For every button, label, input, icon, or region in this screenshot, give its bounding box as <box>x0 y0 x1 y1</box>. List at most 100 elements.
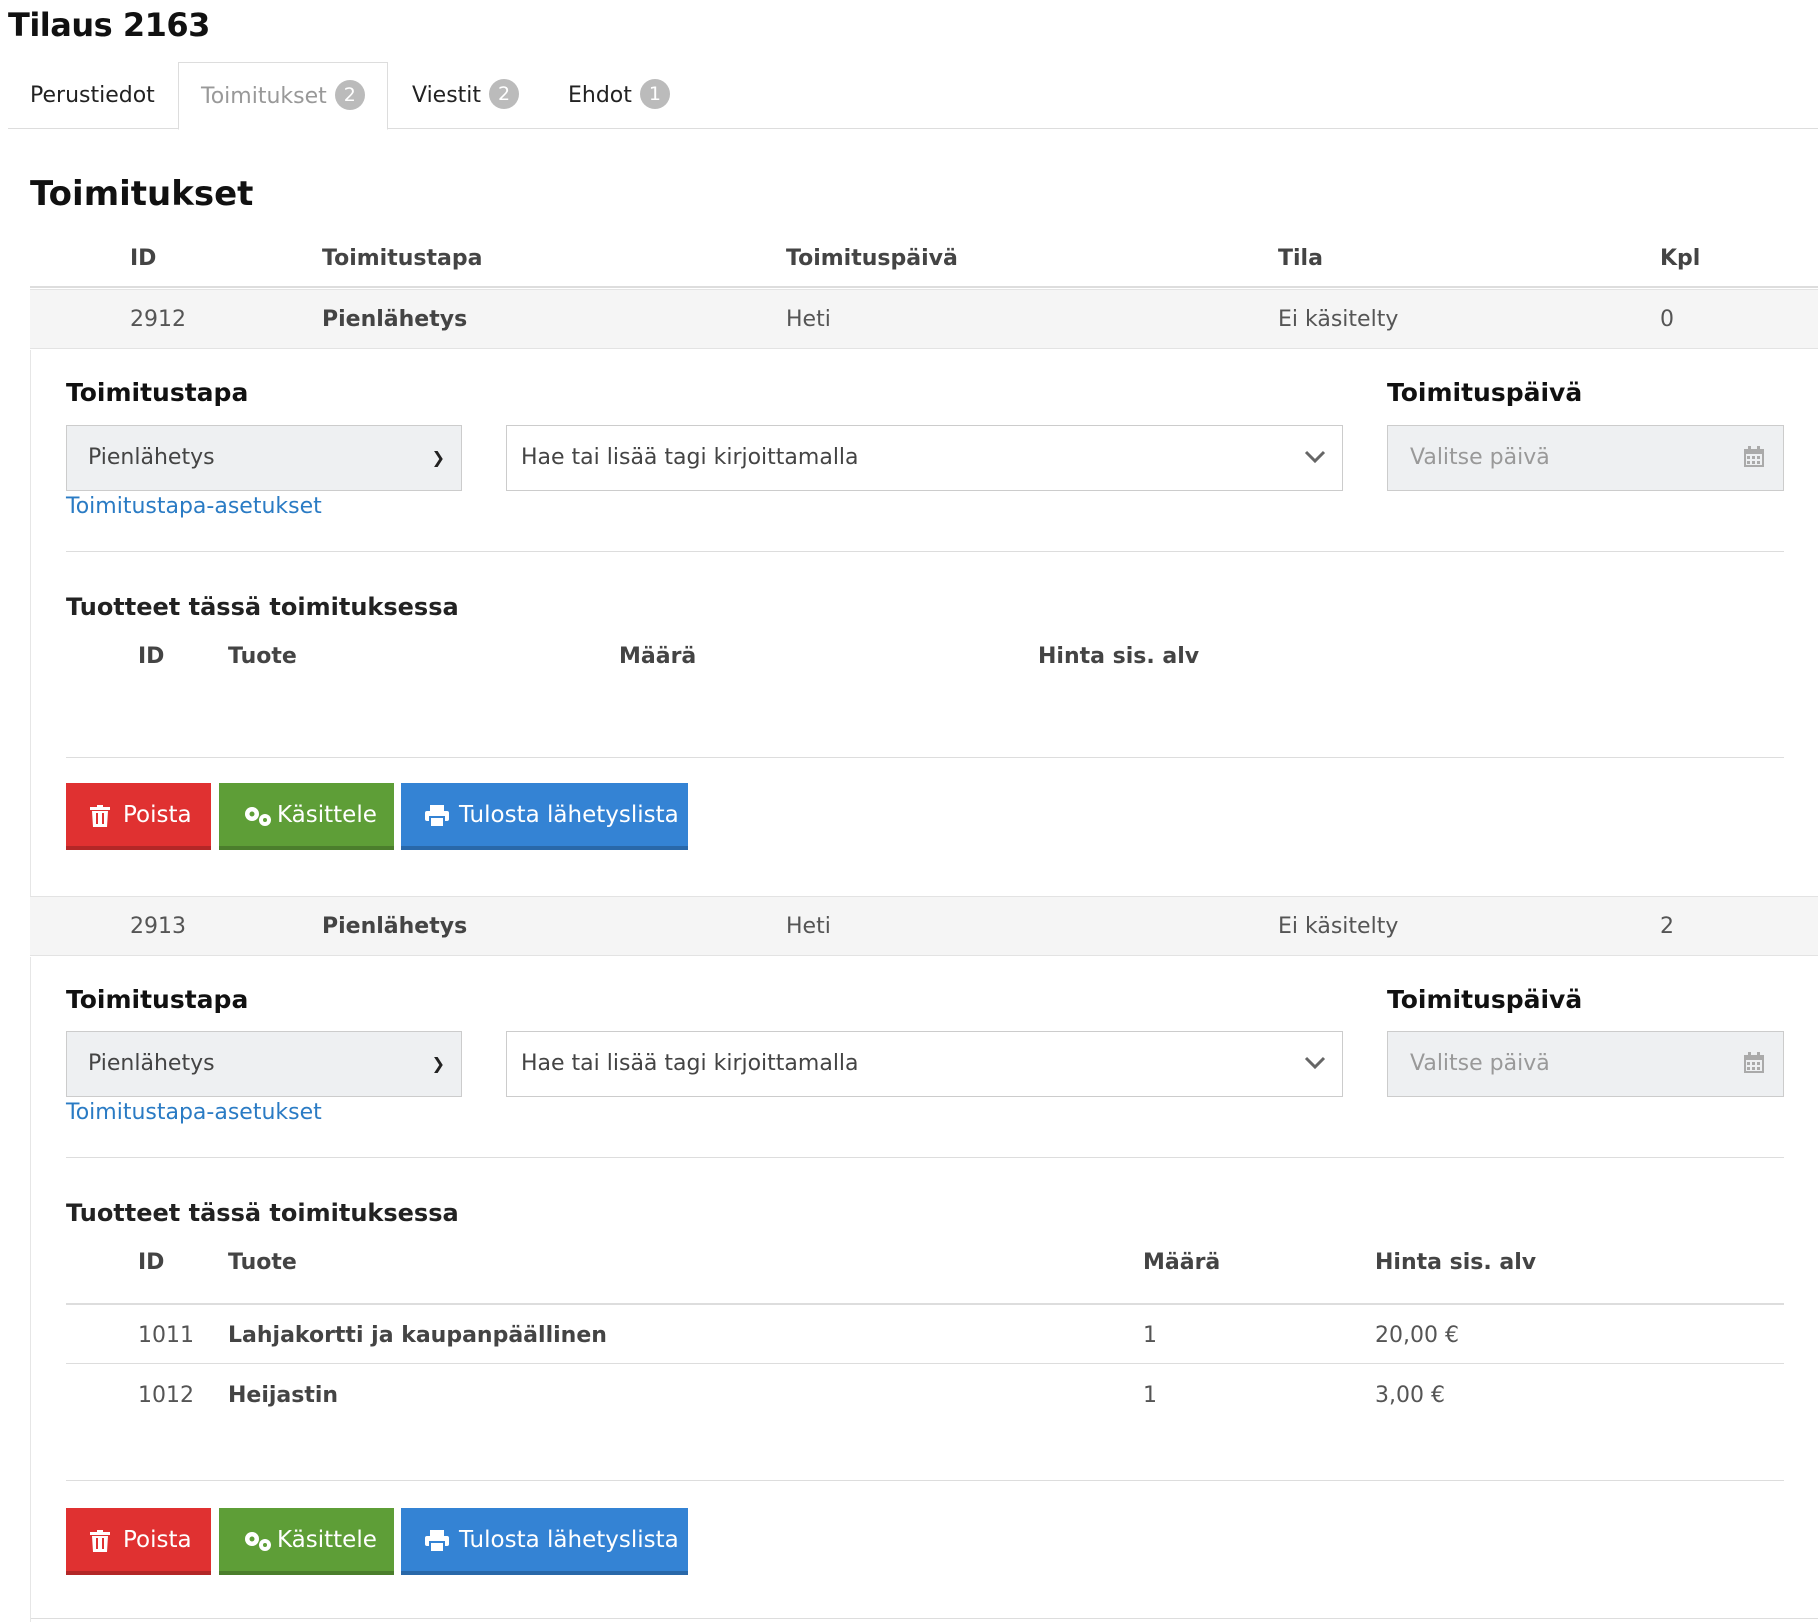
header-qty: Kpl <box>1660 246 1701 271</box>
delivery-date: Heti <box>786 914 831 939</box>
delivery-row[interactable]: 2912 Pienlähetys Heti Ei käsitelty 0 <box>30 289 1818 349</box>
print-icon <box>425 805 449 827</box>
tag-input[interactable]: Hae tai lisää tagi kirjoittamalla <box>506 1031 1343 1097</box>
method-select[interactable]: Pienlähetys ❯ <box>66 1031 462 1097</box>
print-button-label: Tulosta lähetyslista <box>459 1527 679 1553</box>
delivery-qty: 2 <box>1660 914 1674 939</box>
date-input[interactable]: Valitse päivä <box>1387 1031 1784 1097</box>
chevron-down-icon: ❯ <box>431 448 445 467</box>
divider <box>31 1618 1818 1619</box>
tag-input-placeholder: Hae tai lisää tagi kirjoittamalla <box>521 1051 859 1076</box>
tag-input-placeholder: Hae tai lisää tagi kirjoittamalla <box>521 445 859 470</box>
product-header-id: ID <box>138 1250 165 1275</box>
tab-bar: Perustiedot Toimitukset 2 Viestit 2 Ehdot 1 <box>8 62 1818 130</box>
method-select-value: Pienlähetys <box>88 1051 215 1076</box>
method-label: Toimitustapa <box>66 985 249 1014</box>
process-button[interactable]: Käsittele <box>219 1508 394 1575</box>
tab-ehdot[interactable]: Ehdot 1 <box>546 62 692 129</box>
date-input-placeholder: Valitse päivä <box>1410 1051 1550 1076</box>
calendar-icon <box>1744 446 1764 467</box>
tab-label: Ehdot <box>568 83 632 108</box>
method-label: Toimitustapa <box>66 378 249 407</box>
delivery-qty: 0 <box>1660 307 1674 332</box>
delivery-details: Toimitustapa Pienlähetys ❯ Hae tai lisää … <box>30 957 1818 1622</box>
count-badge: 2 <box>489 79 520 109</box>
divider <box>66 551 1784 552</box>
chevron-down-icon: ❯ <box>431 1054 445 1073</box>
products-title: Tuotteet tässä toimituksessa <box>66 1199 459 1227</box>
method-select-value: Pienlähetys <box>88 445 215 470</box>
product-header-price: Hinta sis. alv <box>1038 644 1200 669</box>
product-header-product: Tuote <box>228 1250 297 1275</box>
page-title: Tilaus 2163 <box>8 6 210 44</box>
delivery-row[interactable]: 2913 Pienlähetys Heti Ei käsitelty 2 <box>30 896 1818 956</box>
product-qty: 1 <box>1143 1323 1157 1348</box>
delete-button[interactable]: Poista <box>66 783 211 850</box>
delete-button[interactable]: Poista <box>66 1508 211 1575</box>
products-title: Tuotteet tässä toimituksessa <box>66 593 459 621</box>
method-select[interactable]: Pienlähetys ❯ <box>66 425 462 491</box>
product-name: Heijastin <box>228 1383 339 1408</box>
product-id: 1011 <box>138 1323 194 1348</box>
tab-toimitukset[interactable]: Toimitukset 2 <box>178 62 388 130</box>
header-date: Toimituspäivä <box>786 246 958 271</box>
tab-label: Perustiedot <box>30 83 155 108</box>
delivery-method: Pienlähetys <box>322 307 468 332</box>
trash-icon <box>90 1530 110 1552</box>
divider <box>66 1303 1784 1305</box>
gears-icon <box>245 1532 271 1551</box>
delivery-id: 2913 <box>130 914 186 939</box>
trash-icon <box>90 805 110 827</box>
header-method: Toimitustapa <box>322 246 483 271</box>
print-button[interactable]: Tulosta lähetyslista <box>401 1508 688 1575</box>
delivery-status: Ei käsitelty <box>1278 914 1399 939</box>
divider <box>66 1363 1784 1364</box>
count-badge: 1 <box>639 79 670 109</box>
product-header-qty: Määrä <box>1143 1250 1221 1275</box>
chevron-down-icon <box>1304 1056 1326 1070</box>
product-id: 1012 <box>138 1383 194 1408</box>
process-button[interactable]: Käsittele <box>219 783 394 850</box>
product-price: 3,00 € <box>1375 1383 1445 1408</box>
process-button-label: Käsittele <box>277 802 377 828</box>
print-button[interactable]: Tulosta lähetyslista <box>401 783 688 850</box>
delete-button-label: Poista <box>123 802 192 828</box>
delivery-date: Heti <box>786 307 831 332</box>
tab-viestit[interactable]: Viestit 2 <box>390 62 541 129</box>
delivery-id: 2912 <box>130 307 186 332</box>
deliveries-table-header: ID Toimitustapa Toimituspäivä Tila Kpl <box>30 236 1818 288</box>
date-input-placeholder: Valitse päivä <box>1410 445 1550 470</box>
product-header-qty: Määrä <box>619 644 697 669</box>
method-settings-link[interactable]: Toimitustapa-asetukset <box>66 1100 322 1125</box>
print-button-label: Tulosta lähetyslista <box>459 802 679 828</box>
product-qty: 1 <box>1143 1383 1157 1408</box>
product-name: Lahjakortti ja kaupanpäällinen <box>228 1323 607 1348</box>
divider <box>66 1157 1784 1158</box>
delivery-status: Ei käsitelty <box>1278 307 1399 332</box>
chevron-down-icon <box>1304 450 1326 464</box>
method-settings-link[interactable]: Toimitustapa-asetukset <box>66 494 322 519</box>
date-input[interactable]: Valitse päivä <box>1387 425 1784 491</box>
product-header-id: ID <box>138 644 165 669</box>
print-icon <box>425 1530 449 1552</box>
delivery-method: Pienlähetys <box>322 914 468 939</box>
count-badge: 2 <box>334 80 365 110</box>
delivery-details: Toimitustapa Pienlähetys ❯ Hae tai lisää … <box>30 350 1818 896</box>
product-header-price: Hinta sis. alv <box>1375 1250 1537 1275</box>
delete-button-label: Poista <box>123 1527 192 1553</box>
tab-label: Viestit <box>412 83 482 108</box>
header-status: Tila <box>1278 246 1323 271</box>
process-button-label: Käsittele <box>277 1527 377 1553</box>
tab-perustiedot[interactable]: Perustiedot <box>8 62 177 129</box>
header-id: ID <box>130 246 157 271</box>
divider <box>66 1480 1784 1481</box>
tab-label: Toimitukset <box>201 84 327 109</box>
tag-input[interactable]: Hae tai lisää tagi kirjoittamalla <box>506 425 1343 491</box>
gears-icon <box>245 807 271 826</box>
calendar-icon <box>1744 1052 1764 1073</box>
date-label: Toimituspäivä <box>1387 378 1583 407</box>
product-header-product: Tuote <box>228 644 297 669</box>
product-price: 20,00 € <box>1375 1323 1459 1348</box>
section-title: Toimitukset <box>30 174 254 214</box>
divider <box>66 757 1784 758</box>
